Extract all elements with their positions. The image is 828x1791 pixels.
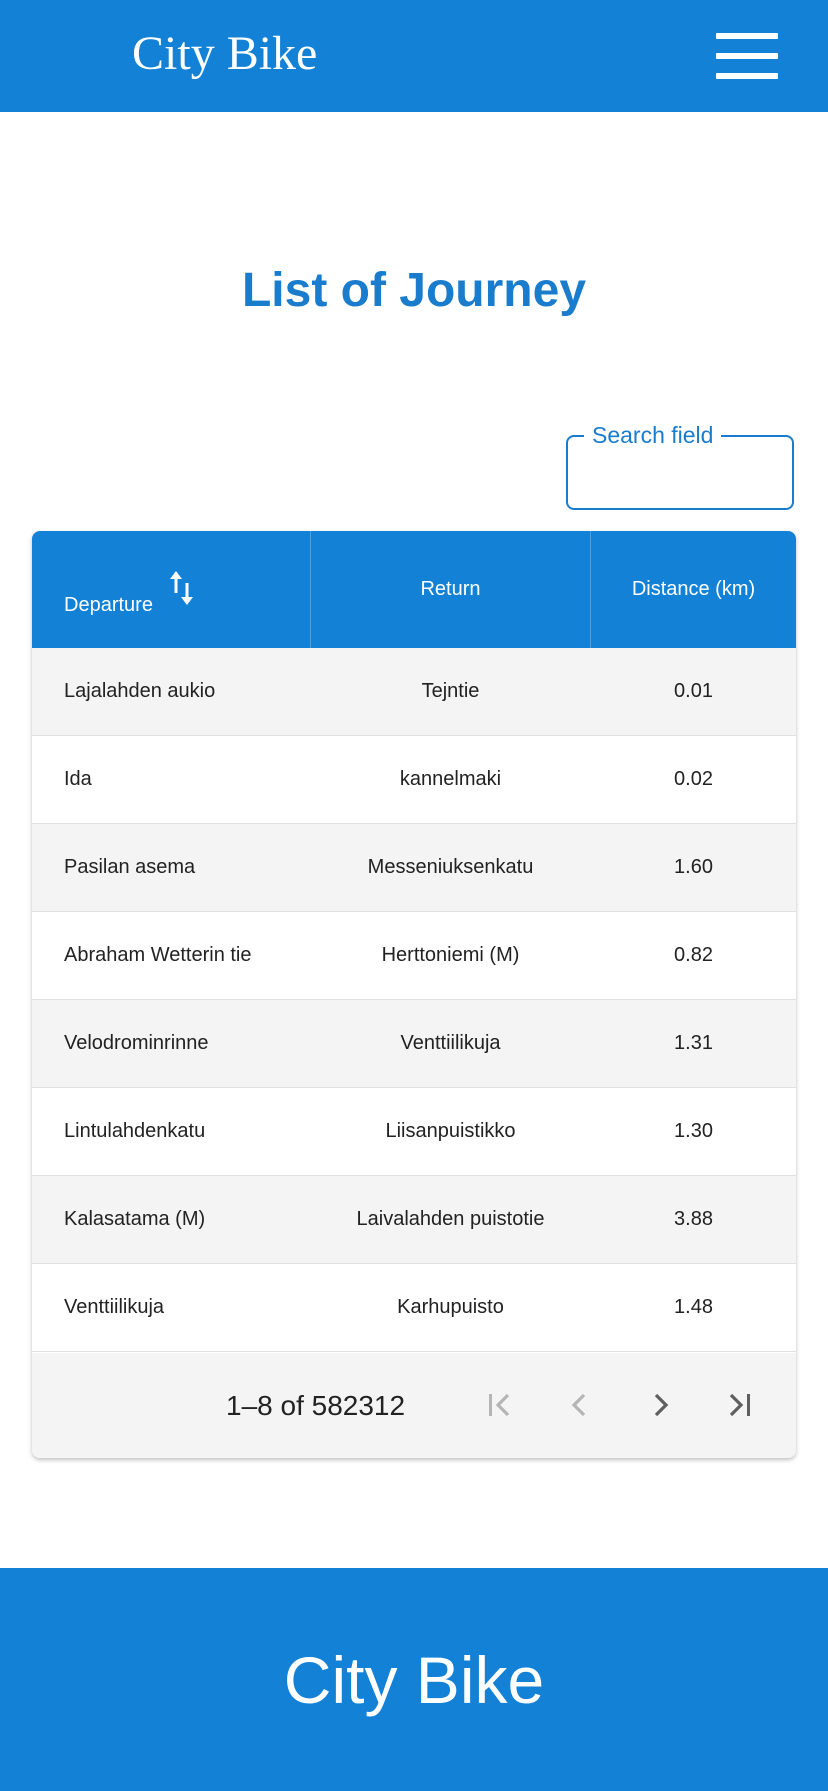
pagination-bar: 1–8 of 582312 <box>32 1353 796 1458</box>
distance-cell: 0.02 <box>674 768 713 790</box>
app-footer: City Bike <box>0 1568 828 1791</box>
distance-cell: 1.48 <box>674 1296 713 1318</box>
departure-cell: Lintulahdenkatu <box>64 1120 206 1142</box>
departure-cell: Venttiilikuja <box>64 1296 165 1318</box>
departure-cell: Velodrominrinne <box>64 1032 209 1054</box>
table-row[interactable]: Abraham Wetterin tie Herttoniemi (M) 0.8… <box>32 912 796 1000</box>
page-title: List of Journey <box>241 264 587 317</box>
column-header-label: Return <box>420 578 481 600</box>
return-cell: Herttoniemi (M) <box>381 944 520 966</box>
departure-cell: Kalasatama (M) <box>64 1208 206 1230</box>
distance-cell: 1.60 <box>674 856 713 878</box>
table-row[interactable]: Velodrominrinne Venttiilikuja 1.31 <box>32 1000 796 1088</box>
column-header-distance[interactable]: Distance (km) <box>591 531 796 648</box>
return-cell: Karhupuisto <box>397 1296 504 1318</box>
pagination-range: 1–8 of 582312 <box>226 1390 406 1421</box>
distance-cell: 1.31 <box>674 1032 713 1054</box>
search-field-label: Search field <box>584 420 722 450</box>
app-header: City Bike <box>0 0 828 112</box>
table-row[interactable]: Lajalahden aukio Tejntie 0.01 <box>32 648 796 736</box>
hamburger-menu-icon[interactable] <box>716 33 778 79</box>
return-cell: Laivalahden puistotie <box>356 1208 545 1230</box>
column-header-return[interactable]: Return <box>311 531 591 648</box>
column-header-label: Distance (km) <box>631 578 756 600</box>
table-row[interactable]: Ida kannelmaki 0.02 <box>32 736 796 824</box>
column-header-departure[interactable]: Departure <box>32 531 311 648</box>
departure-cell: Pasilan asema <box>64 856 196 878</box>
departure-cell: Abraham Wetterin tie <box>64 944 252 966</box>
brand-title[interactable]: City Bike <box>132 24 317 84</box>
table-header: Departure Return Distance (km) <box>32 531 796 648</box>
distance-cell: 1.30 <box>674 1120 713 1142</box>
departure-cell: Ida <box>64 768 92 790</box>
table-row[interactable]: Lintulahdenkatu Liisanpuistikko 1.30 <box>32 1088 796 1176</box>
departure-cell: Lajalahden aukio <box>64 680 216 702</box>
distance-cell: 0.01 <box>674 680 713 702</box>
swap-vertical-icon[interactable] <box>167 569 197 607</box>
journey-table: Departure Return Distance (km) Lajalahde… <box>32 531 796 1458</box>
return-cell: kannelmaki <box>399 768 502 790</box>
distance-cell: 3.88 <box>674 1208 713 1230</box>
return-cell: Venttiilikuja <box>400 1032 501 1054</box>
footer-brand: City Bike <box>283 1643 545 1717</box>
table-row[interactable]: Venttiilikuja Karhupuisto 1.48 <box>32 1264 796 1352</box>
first-page-icon[interactable] <box>478 1383 522 1427</box>
return-cell: Liisanpuistikko <box>385 1120 516 1142</box>
table-row[interactable]: Kalasatama (M) Laivalahden puistotie 3.8… <box>32 1176 796 1264</box>
previous-page-icon[interactable] <box>558 1383 602 1427</box>
return-cell: Messeniuksenkatu <box>367 856 534 878</box>
last-page-icon[interactable] <box>718 1383 762 1427</box>
next-page-icon[interactable] <box>638 1383 682 1427</box>
search-field[interactable]: Search field <box>566 420 794 510</box>
search-input[interactable] <box>582 457 782 493</box>
column-header-label: Departure <box>64 594 153 616</box>
distance-cell: 0.82 <box>674 944 713 966</box>
table-row[interactable]: Pasilan asema Messeniuksenkatu 1.60 <box>32 824 796 912</box>
return-cell: Tejntie <box>421 680 480 702</box>
